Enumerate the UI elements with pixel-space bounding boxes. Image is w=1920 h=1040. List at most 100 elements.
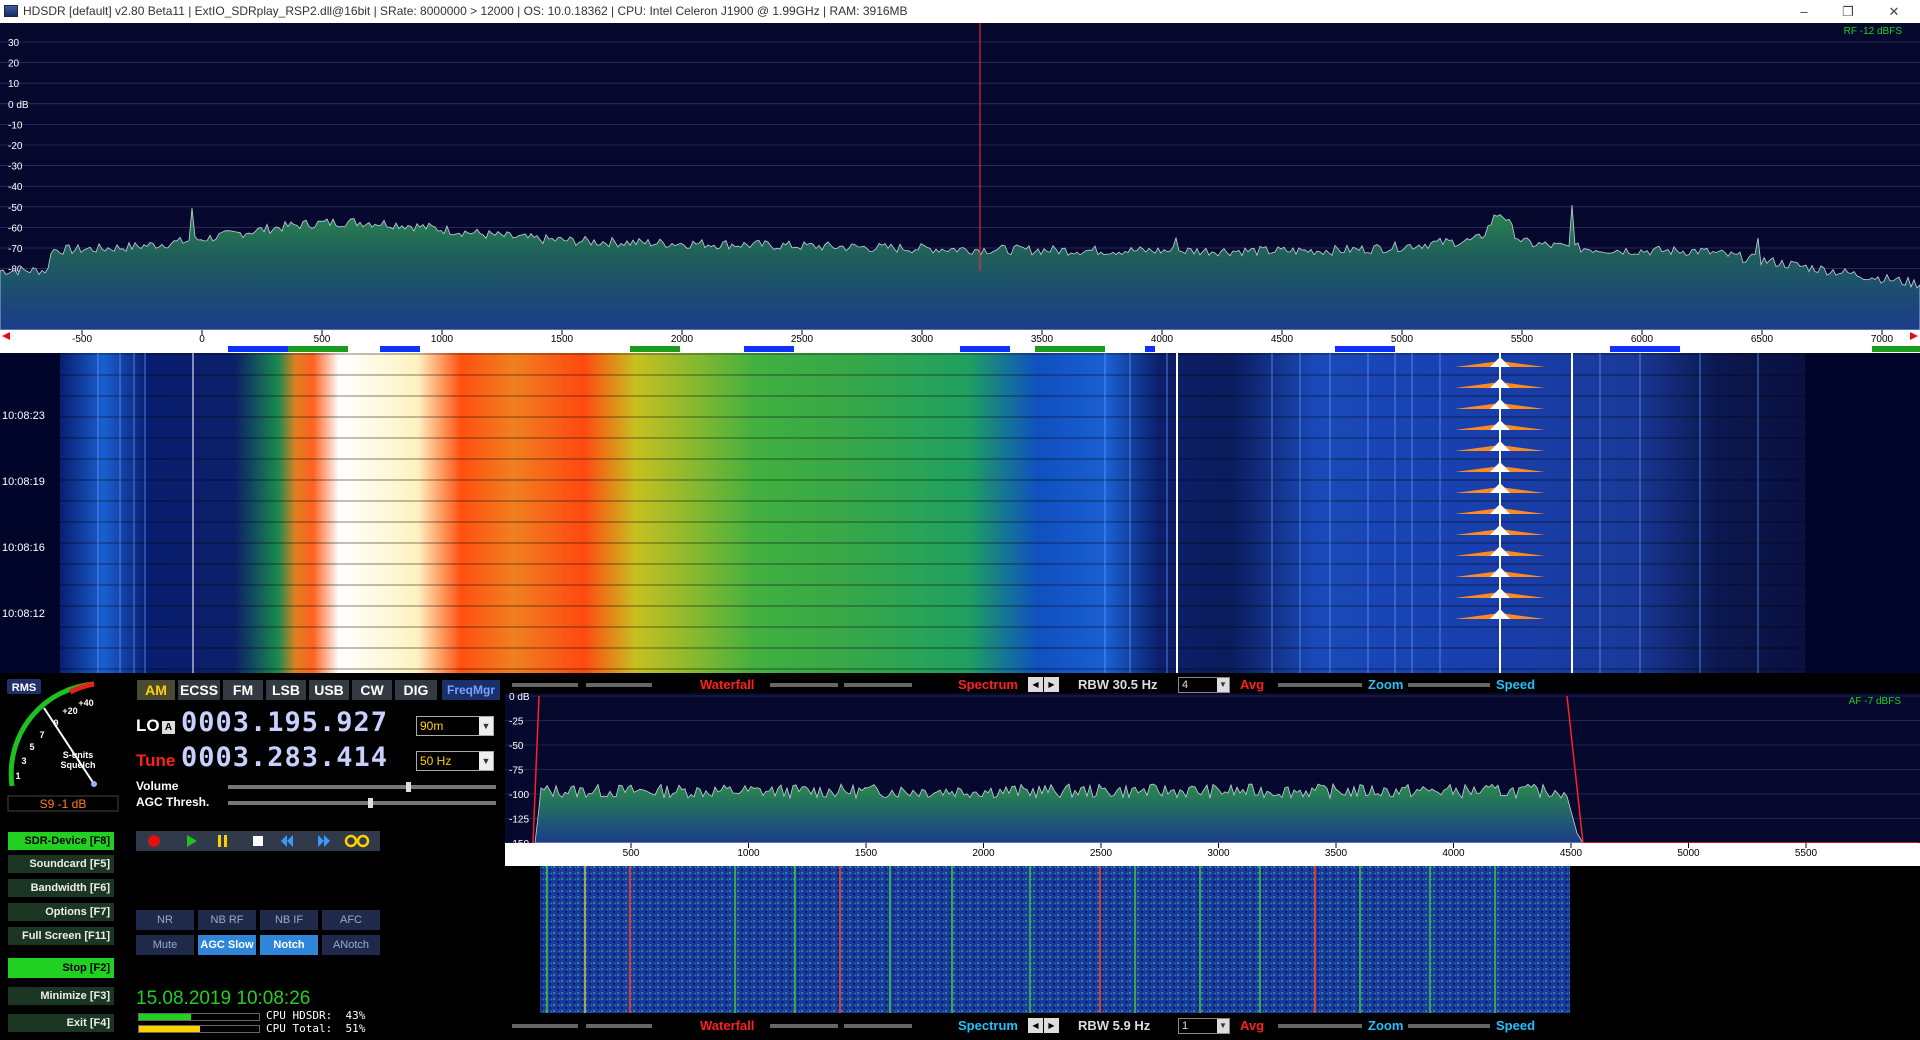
restore-window-button[interactable]: ❐ [1826,0,1870,23]
agc-slow-button[interactable]: AGC Slow [198,935,256,955]
mode-lsb-button[interactable]: LSB [266,680,306,700]
rf-spectrum-slider-1[interactable] [770,683,838,687]
waterfall-timestamp: 10:08:16 [2,542,45,554]
loop-icon[interactable] [344,834,370,848]
fast-forward-icon[interactable] [318,835,324,847]
rf-waterfall-label: Waterfall [700,677,755,692]
mode-fm-button[interactable]: FM [223,680,263,700]
stop-button[interactable]: Stop [F2] [8,958,114,978]
rms-label: RMS [12,682,36,694]
rf-speed-slider[interactable] [1408,683,1490,687]
rf-db-tick: 20 [8,59,20,70]
waterfall-timestamp: 10:08:19 [2,476,45,488]
mode-am-button[interactable]: AM [137,680,175,700]
options-button[interactable]: Options [F7] [8,903,114,921]
af-freq-tick: 3500 [1325,848,1348,859]
afc-button[interactable]: AFC [322,910,380,930]
rf-avg-label: Avg [1240,677,1265,692]
exit-button[interactable]: Exit [F4] [8,1014,114,1032]
s-meter-readout: S9 -1 dB [40,797,87,811]
volume-slider[interactable] [228,782,496,792]
pause-icon[interactable] [218,835,221,847]
nr-button[interactable]: NR [136,910,194,930]
af-speed-label: Speed [1496,1018,1536,1033]
soundcard-button[interactable]: Soundcard [F5] [8,855,114,873]
rf-db-tick: 0 dB [8,100,29,111]
rewind-icon[interactable] [281,835,287,847]
af-spectrum-label: Spectrum [958,1018,1018,1033]
mode-dig-button[interactable]: DIG [395,680,437,700]
af-spectrum[interactable]: 0 dB-25-50-75-100-125-150 AF -7 dBFS 500… [505,693,1920,866]
datetime: 15.08.2019 10:08:26 [136,988,311,1009]
af-rbw-readout: RBW 5.9 Hz [1078,1018,1151,1033]
minimize-window-button[interactable]: – [1782,0,1826,23]
rf-spectrum[interactable]: 3020100 dB-10-20-30-40-50-60-70-80-90-10… [0,23,1920,353]
anotch-button[interactable]: ANotch [322,935,380,955]
notch-button[interactable]: Notch [260,935,318,955]
af-freq-tick: 2500 [1090,848,1113,859]
tune-frequency[interactable]: 0003.283.414 [181,742,388,773]
band-select[interactable]: 90m ▼ [416,716,494,736]
rf-spectrum-label: Spectrum [958,677,1018,692]
rf-freq-tick: 4000 [1151,334,1174,345]
af-freq-tick: 5500 [1795,848,1818,859]
rf-waterfall-slider-1[interactable] [512,683,578,687]
s-meter-caption-1: S-units [63,750,94,760]
mode-ecss-button[interactable]: ECSS [178,680,220,700]
nb-rf-button[interactable]: NB RF [198,910,256,930]
rf-avg-select[interactable]: 4 ▼ [1178,677,1230,693]
agc-threshold-label: AGC Thresh. [136,795,210,809]
af-spectrum-slider-2[interactable] [844,1024,912,1028]
rf-db-tick: -30 [8,162,23,173]
lo-a-button[interactable]: A [162,721,175,734]
af-freq-tick: 4000 [1442,848,1465,859]
af-waterfall-slider-2[interactable] [586,1024,652,1028]
stop-icon[interactable] [253,836,263,846]
af-freq-tick: 4500 [1560,848,1583,859]
af-rbw-decrease-icon[interactable]: ◀ [1028,1018,1043,1033]
nb-if-button[interactable]: NB IF [260,910,318,930]
mode-usb-button[interactable]: USB [309,680,349,700]
fullscreen-button[interactable]: Full Screen [F11] [8,927,114,945]
af-speed-slider[interactable] [1408,1024,1490,1028]
af-db-tick: -75 [509,766,524,777]
tune-label: Tune [136,751,176,770]
record-icon[interactable] [148,835,160,847]
s-meter-scale-label: 1 [15,771,20,781]
rf-waterfall-slider-2[interactable] [586,683,652,687]
rf-control-bar: Waterfall Spectrum ◀ ▶ RBW 30.5 Hz 4 ▼ Av… [508,677,1920,693]
s-meter-scale-label: +20 [62,706,77,716]
transport-controls [148,834,370,848]
mode-cw-button[interactable]: CW [352,680,392,700]
rf-waterfall[interactable]: 10:08:23 10:08:19 10:08:16 10:08:12 [0,353,1920,673]
bandwidth-button[interactable]: Bandwidth [F6] [8,879,114,897]
af-freq-tick: 3000 [1207,848,1230,859]
title-bar: HDSDR [default] v2.80 Beta11 | ExtIO_SDR… [0,0,1920,23]
agc-threshold-slider[interactable] [228,798,496,808]
rf-zoom-slider[interactable] [1278,683,1362,687]
rf-spectrum-slider-2[interactable] [844,683,912,687]
tune-step-select[interactable]: 50 Hz ▼ [416,751,494,771]
play-icon[interactable] [187,835,197,847]
af-waterfall-slider-1[interactable] [512,1024,578,1028]
af-waterfall[interactable] [505,866,1920,1013]
af-db-tick: -50 [509,741,524,752]
rf-freq-tick: 500 [314,334,331,345]
lo-frequency[interactable]: 0003.195.927 [181,707,388,738]
rf-freq-tick: 5500 [1511,334,1534,345]
close-window-button[interactable]: ✕ [1872,0,1916,23]
freq-manager-button[interactable]: FreqMgr [442,680,500,700]
af-zoom-slider[interactable] [1278,1024,1362,1028]
mute-button[interactable]: Mute [136,935,194,955]
af-avg-select[interactable]: 1 ▼ [1178,1018,1230,1034]
af-spectrum-slider-1[interactable] [770,1024,838,1028]
sdr-device-button[interactable]: SDR-Device [F8] [8,832,114,850]
rbw-decrease-icon[interactable]: ◀ [1028,677,1043,692]
rf-freq-tick: 0 [199,334,205,345]
af-level-readout: AF -7 dBFS [1849,696,1902,707]
af-db-tick: 0 dB [509,693,530,703]
af-rbw-increase-icon[interactable]: ▶ [1044,1018,1059,1033]
minimize-button[interactable]: Minimize [F3] [8,987,114,1005]
af-control-bar: Waterfall Spectrum ◀ ▶ RBW 5.9 Hz 1 ▼ Avg… [508,1018,1920,1034]
rbw-increase-icon[interactable]: ▶ [1044,677,1059,692]
